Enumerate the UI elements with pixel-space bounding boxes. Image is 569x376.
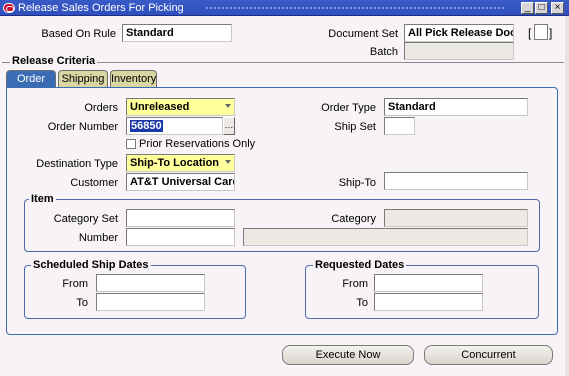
- maximize-button[interactable]: □: [535, 2, 548, 14]
- ship-set-label: Ship Set: [334, 121, 376, 133]
- order-number-lov-button[interactable]: …: [223, 117, 235, 135]
- orders-select-value: Unreleased: [130, 101, 190, 113]
- batch-label: Batch: [369, 46, 398, 58]
- chevron-down-icon: [225, 160, 231, 164]
- ship-set-field[interactable]: [384, 117, 415, 135]
- batch-field[interactable]: [404, 42, 514, 60]
- category-label: Category: [331, 213, 376, 225]
- item-group-title: Item: [29, 193, 56, 205]
- customer-field[interactable]: AT&T Universal Card: [126, 173, 235, 191]
- requested-dates-title: Requested Dates: [313, 259, 407, 271]
- document-set-label: Document Set: [328, 28, 398, 40]
- descriptive-flexfield-field[interactable]: [534, 24, 548, 40]
- item-number-label: Number: [78, 232, 118, 244]
- chevron-down-icon: [225, 104, 231, 108]
- item-number-field[interactable]: [126, 228, 235, 246]
- prior-reservations-label: Prior Reservations Only: [139, 138, 256, 150]
- orders-select[interactable]: Unreleased: [126, 98, 235, 116]
- title-bar-texture: [205, 6, 505, 10]
- window-title-bar[interactable]: Release Sales Orders For Picking _ □ ×: [0, 0, 569, 16]
- scheduled-ship-dates-title: Scheduled Ship Dates: [31, 259, 151, 271]
- order-type-label: Order Type: [321, 102, 376, 114]
- scheduled-from-label: From: [62, 278, 88, 290]
- scheduled-to-label: To: [76, 297, 88, 309]
- customer-label: Customer: [70, 177, 118, 189]
- order-type-field[interactable]: Standard: [384, 98, 528, 116]
- order-number-field[interactable]: 56850: [126, 117, 223, 135]
- tab-order[interactable]: Order: [6, 70, 56, 88]
- requested-from-field[interactable]: [374, 274, 483, 292]
- scheduled-from-field[interactable]: [96, 274, 205, 292]
- tab-inventory[interactable]: Inventory: [110, 70, 157, 88]
- scheduled-to-field[interactable]: [96, 293, 205, 311]
- window-edge: [565, 16, 569, 376]
- item-description-field[interactable]: [243, 228, 528, 246]
- tab-shipping[interactable]: Shipping: [58, 70, 108, 88]
- destination-type-label: Destination Type: [36, 158, 118, 170]
- order-number-selected-value: 56850: [130, 120, 163, 132]
- category-set-label: Category Set: [53, 213, 118, 225]
- based-on-rule-label: Based On Rule: [41, 28, 116, 40]
- order-number-label: Order Number: [47, 121, 118, 133]
- flexfield-bracket-close: ]: [549, 26, 553, 40]
- document-set-field[interactable]: All Pick Release Docu: [404, 24, 514, 42]
- execute-now-button[interactable]: Execute Now: [282, 345, 414, 365]
- concurrent-button[interactable]: Concurrent: [424, 345, 553, 365]
- prior-reservations-checkbox[interactable]: [126, 139, 136, 149]
- flexfield-bracket-open: [: [528, 26, 532, 40]
- requested-from-label: From: [342, 278, 368, 290]
- window-title: Release Sales Orders For Picking: [18, 2, 184, 14]
- orders-label: Orders: [84, 102, 118, 114]
- destination-type-value: Ship-To Location: [130, 157, 220, 169]
- requested-to-label: To: [356, 297, 368, 309]
- destination-type-select[interactable]: Ship-To Location: [126, 154, 235, 172]
- oracle-app-icon: [3, 3, 15, 13]
- based-on-rule-field[interactable]: Standard: [122, 24, 232, 42]
- ship-to-label: Ship-To: [338, 177, 376, 189]
- category-set-field[interactable]: [126, 209, 235, 227]
- ship-to-field[interactable]: [384, 172, 528, 190]
- close-button[interactable]: ×: [551, 2, 564, 14]
- requested-to-field[interactable]: [374, 293, 483, 311]
- release-criteria-title: Release Criteria: [10, 55, 98, 67]
- minimize-button[interactable]: _: [521, 2, 534, 14]
- category-field[interactable]: [384, 209, 528, 227]
